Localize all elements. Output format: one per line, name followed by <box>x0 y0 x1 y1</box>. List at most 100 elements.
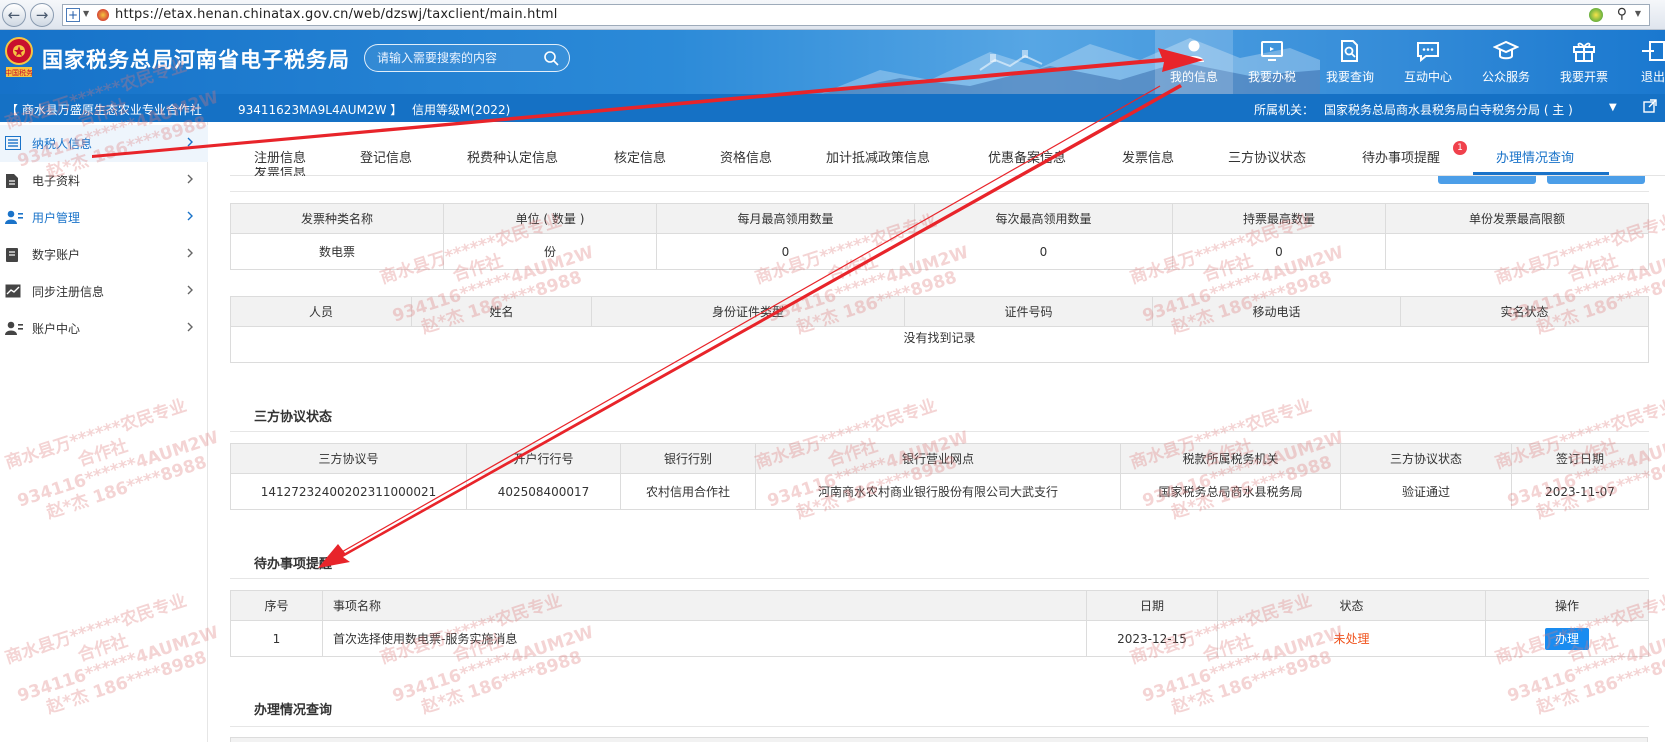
credit-level: 信用等级M(2022) <box>412 103 511 117</box>
table-cell: 0 <box>1172 233 1386 270</box>
chart-line-icon <box>5 284 21 298</box>
people-table: 人员 姓名 身份证件类型 证件号码 移动电话 实名状态 没有找到记录 <box>230 296 1649 363</box>
nav-label: 公众服务 <box>1481 70 1530 84</box>
table-header: 身份证件类型 <box>591 296 905 327</box>
forward-arrow-icon[interactable]: → <box>30 3 54 27</box>
sidebar-item-taxpayer-info[interactable]: 纳税人信息 <box>0 125 208 162</box>
table-header: 单位 ( 数量 ) <box>443 203 657 234</box>
graduation-cap-icon <box>1493 40 1519 60</box>
chevron-right-icon <box>187 248 193 258</box>
tab-todo-reminder[interactable]: 待办事项提醒 <box>1362 147 1440 166</box>
monitor-icon <box>1261 41 1283 61</box>
external-link-icon[interactable] <box>1643 99 1657 116</box>
table-header: 姓名 <box>411 296 592 327</box>
nav-public-service[interactable]: 公众服务 <box>1467 30 1545 94</box>
table-header: 序号 <box>230 590 323 621</box>
tax-emblem-icon: 中国税务 <box>5 37 33 77</box>
tab-progress-query[interactable]: 办理情况查询 <box>1496 147 1574 166</box>
account-icon <box>5 321 23 335</box>
url-text[interactable]: https://etax.henan.chinatax.gov.cn/web/d… <box>115 7 558 22</box>
notification-badge: 1 <box>1453 141 1467 155</box>
nav-exit[interactable]: 退出 <box>1623 30 1665 94</box>
section-title-progress: 办理情况查询 <box>254 703 333 718</box>
empty-message: 没有找到记录 <box>230 326 1649 363</box>
nav-interaction[interactable]: 互动中心 <box>1389 30 1467 94</box>
nav-label: 我要查询 <box>1325 70 1374 84</box>
chevron-down-icon[interactable]: ▼ <box>83 9 89 18</box>
nav-query[interactable]: 我要查询 <box>1311 30 1389 94</box>
security-globe-icon[interactable] <box>1589 8 1603 22</box>
sidebar-item-label: 账户中心 <box>32 322 81 336</box>
table-header: 日期 <box>1086 590 1218 621</box>
file-icon <box>6 174 18 188</box>
sidebar-item-digital-account[interactable]: 数字账户 <box>0 236 208 273</box>
back-arrow-icon[interactable]: ← <box>2 3 26 27</box>
table-cell <box>1385 233 1649 270</box>
chevron-down-icon[interactable]: ▼ <box>1609 102 1617 113</box>
table-header: 单份发票最高限额 <box>1385 203 1649 234</box>
table-header-row: 发票种类名称 单位 ( 数量 ) 每月最高领用数量 每次最高领用数量 持票最高数… <box>230 203 1649 234</box>
action-button-2[interactable] <box>1547 176 1645 184</box>
sidebar-item-label: 电子资料 <box>32 174 81 188</box>
tab-registration-info[interactable]: 注册信息 <box>254 147 306 166</box>
search-input[interactable] <box>377 49 537 67</box>
nav-do-tax[interactable]: 我要办税 <box>1233 30 1311 94</box>
tab-qualification-info[interactable]: 资格信息 <box>720 147 772 166</box>
tab-tax-type-info[interactable]: 税费种认定信息 <box>467 147 558 166</box>
user-manage-icon <box>5 210 23 224</box>
tab-enrollment-info[interactable]: 登记信息 <box>360 147 412 166</box>
table-cell: 农村信用合作社 <box>620 473 756 510</box>
site-favicon-icon <box>97 9 109 21</box>
chevron-down-icon[interactable]: ▼ <box>1635 9 1641 18</box>
document-search-icon <box>1341 40 1358 62</box>
search-icon[interactable] <box>543 50 559 66</box>
table-cell: 数电票 <box>230 233 444 270</box>
table-header: 每月最高领用数量 <box>656 203 915 234</box>
nav-invoice[interactable]: 我要开票 <box>1545 30 1623 94</box>
compat-mode-icon[interactable]: + <box>66 8 80 22</box>
table-header: 银行营业网点 <box>755 443 1121 474</box>
nav-label: 我要开票 <box>1559 70 1608 84</box>
table-cell: 14127232400202311000021 <box>230 473 467 510</box>
address-bar[interactable]: + ▼ https://etax.henan.chinatax.gov.cn/w… <box>62 4 1650 26</box>
sidebar-item-sync-registration[interactable]: 同步注册信息 <box>0 273 208 310</box>
nav-my-info[interactable]: 我的信息 <box>1155 30 1233 94</box>
sidebar-item-e-documents[interactable]: 电子资料 <box>0 162 208 199</box>
sidebar-item-user-management[interactable]: 用户管理 <box>0 199 208 236</box>
tab-tripartite-status[interactable]: 三方协议状态 <box>1228 147 1306 166</box>
sidebar-item-label: 同步注册信息 <box>32 285 105 299</box>
search-icon[interactable]: ⚲ <box>1617 6 1627 22</box>
table-header: 实名状态 <box>1400 296 1649 327</box>
tab-invoice-info[interactable]: 发票信息 <box>1122 147 1174 166</box>
user-icon <box>1184 40 1204 62</box>
sidebar-item-account-center[interactable]: 账户中心 <box>0 310 208 347</box>
tab-assessment-info[interactable]: 核定信息 <box>614 147 666 166</box>
chat-icon <box>1417 42 1439 63</box>
site-title[interactable]: 国家税务总局河南省电子税务局 <box>42 44 350 74</box>
table-header: 持票最高数量 <box>1172 203 1386 234</box>
table-header-row: 三方协议号 开户行行号 银行行别 银行营业网点 税款所属税务机关 三方协议状态 … <box>230 443 1649 474</box>
info-tabs: 注册信息 登记信息 税费种认定信息 核定信息 资格信息 加计抵减政策信息 优惠备… <box>230 122 1665 176</box>
action-button-1[interactable] <box>1438 176 1536 184</box>
table-cell: 0 <box>656 233 915 270</box>
browser-toolbar: ← → + ▼ https://etax.henan.chinatax.gov.… <box>0 0 1665 30</box>
sidebar-item-label: 数字账户 <box>32 248 81 262</box>
tab-preferential-filing-info[interactable]: 优惠备案信息 <box>988 147 1066 166</box>
table-header: 人员 <box>230 296 412 327</box>
company-name: 【 商水县万盛原生态农业专业合作社 <box>6 103 202 117</box>
sidebar-item-label: 用户管理 <box>32 211 81 225</box>
handle-button[interactable]: 办理 <box>1545 627 1589 650</box>
todo-table: 序号 事项名称 日期 状态 操作 1 首次选择使用数电票-服务实施消息 2023… <box>230 590 1649 657</box>
chevron-right-icon <box>187 322 193 332</box>
section-divider <box>230 726 1649 727</box>
section-divider <box>230 578 1649 579</box>
book-icon <box>6 248 18 262</box>
tab-deduction-policy-info[interactable]: 加计抵减政策信息 <box>826 147 930 166</box>
table-header: 证件号码 <box>904 296 1153 327</box>
nav-label: 我的信息 <box>1169 70 1218 84</box>
active-tab-indicator <box>1473 172 1609 175</box>
invoice-table: 发票种类名称 单位 ( 数量 ) 每月最高领用数量 每次最高领用数量 持票最高数… <box>230 203 1649 270</box>
table-header: 银行行别 <box>620 443 756 474</box>
site-search-box[interactable] <box>364 44 570 72</box>
section-divider <box>230 191 1649 192</box>
